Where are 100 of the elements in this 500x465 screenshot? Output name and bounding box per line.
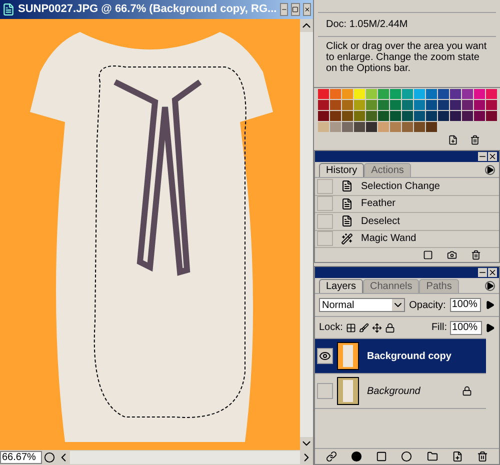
slider-arrow-icon[interactable] bbox=[485, 299, 496, 311]
panel-tab[interactable]: History bbox=[319, 163, 364, 177]
fill-field[interactable]: 100% bbox=[450, 320, 482, 334]
minimize-icon[interactable] bbox=[280, 3, 288, 16]
visibility-toggle[interactable] bbox=[317, 348, 333, 364]
color-swatch[interactable] bbox=[426, 89, 437, 99]
slider-arrow-icon[interactable] bbox=[485, 322, 495, 334]
history-item[interactable]: Magic Wand bbox=[315, 230, 499, 248]
color-swatch[interactable] bbox=[318, 100, 329, 110]
history-checkbox[interactable] bbox=[317, 231, 333, 246]
close-icon[interactable] bbox=[488, 268, 497, 277]
folder-icon[interactable] bbox=[426, 451, 438, 462]
color-swatch[interactable] bbox=[342, 100, 353, 110]
color-swatch[interactable] bbox=[378, 100, 389, 110]
color-swatch[interactable] bbox=[390, 100, 401, 110]
blend-mode-dropdown[interactable]: Normal bbox=[319, 298, 406, 312]
layer-row[interactable]: Background copy bbox=[315, 339, 486, 374]
color-swatch[interactable] bbox=[426, 111, 437, 121]
maximize-icon[interactable] bbox=[291, 3, 300, 16]
history-checkbox[interactable] bbox=[317, 196, 333, 212]
color-swatch[interactable] bbox=[486, 100, 497, 110]
color-swatch[interactable] bbox=[378, 111, 389, 121]
zoom-field[interactable]: 66.67% bbox=[0, 451, 42, 464]
color-swatch[interactable] bbox=[450, 100, 461, 110]
minimize-icon[interactable] bbox=[478, 268, 487, 277]
lock-transparency-icon[interactable] bbox=[346, 322, 356, 332]
history-item[interactable]: Selection Change bbox=[315, 178, 499, 196]
color-swatch[interactable] bbox=[450, 89, 461, 99]
trash-icon[interactable] bbox=[470, 135, 480, 145]
color-swatch[interactable] bbox=[330, 122, 341, 132]
color-swatch[interactable] bbox=[366, 122, 377, 132]
visibility-toggle[interactable] bbox=[317, 383, 333, 399]
color-swatch[interactable] bbox=[402, 100, 413, 110]
opacity-field[interactable]: 100% bbox=[450, 298, 482, 312]
color-swatch[interactable] bbox=[390, 111, 401, 121]
color-swatch[interactable] bbox=[462, 100, 473, 110]
layer-row[interactable]: Background bbox=[315, 374, 486, 409]
color-swatch[interactable] bbox=[426, 100, 437, 110]
color-swatch[interactable] bbox=[342, 111, 353, 121]
camera-icon[interactable] bbox=[447, 250, 457, 260]
lock-paint-icon[interactable] bbox=[358, 322, 369, 332]
color-swatch[interactable] bbox=[378, 89, 389, 99]
color-swatch[interactable] bbox=[438, 100, 449, 110]
panel-menu-icon[interactable] bbox=[485, 165, 495, 175]
color-swatch[interactable] bbox=[354, 100, 365, 110]
trash-icon[interactable] bbox=[476, 451, 488, 462]
color-swatch[interactable] bbox=[318, 89, 329, 99]
color-swatch[interactable] bbox=[462, 89, 473, 99]
history-item[interactable]: Feather bbox=[315, 196, 499, 213]
mask-icon[interactable] bbox=[376, 451, 388, 462]
color-swatch[interactable] bbox=[390, 122, 401, 132]
color-swatch[interactable] bbox=[330, 100, 341, 110]
link-icon[interactable] bbox=[326, 451, 338, 462]
color-swatch[interactable] bbox=[486, 89, 497, 99]
color-swatch[interactable] bbox=[354, 122, 365, 132]
color-swatch[interactable] bbox=[354, 89, 365, 99]
minimize-icon[interactable] bbox=[478, 152, 487, 161]
color-swatch[interactable] bbox=[366, 111, 377, 121]
color-swatch[interactable] bbox=[402, 89, 413, 99]
close-icon[interactable] bbox=[302, 3, 311, 16]
new-swatch-icon[interactable] bbox=[448, 135, 458, 145]
new-layer-icon[interactable] bbox=[452, 451, 463, 462]
color-swatch[interactable] bbox=[330, 89, 341, 99]
color-swatch[interactable] bbox=[354, 111, 365, 121]
trash-icon[interactable] bbox=[471, 250, 481, 260]
color-swatch[interactable] bbox=[366, 100, 377, 110]
lock-move-icon[interactable] bbox=[372, 322, 382, 332]
history-checkbox[interactable] bbox=[317, 214, 333, 229]
vertical-scrollbar[interactable] bbox=[300, 19, 313, 450]
color-swatch[interactable] bbox=[414, 122, 425, 132]
color-swatch[interactable] bbox=[462, 111, 473, 121]
color-swatch[interactable] bbox=[330, 111, 341, 121]
color-swatch[interactable] bbox=[438, 111, 449, 121]
color-swatch[interactable] bbox=[450, 111, 461, 121]
panel-tab[interactable]: Paths bbox=[419, 279, 459, 293]
color-swatch[interactable] bbox=[414, 89, 425, 99]
color-swatch[interactable] bbox=[342, 122, 353, 132]
color-swatch[interactable] bbox=[390, 89, 401, 99]
new-document-icon[interactable] bbox=[423, 250, 433, 260]
color-swatch[interactable] bbox=[318, 111, 329, 121]
color-swatch[interactable] bbox=[378, 122, 389, 132]
horizontal-scrollbar[interactable] bbox=[57, 451, 313, 464]
history-item[interactable]: Deselect bbox=[315, 213, 499, 230]
panel-tab[interactable]: Actions bbox=[364, 163, 411, 177]
color-swatch[interactable] bbox=[402, 122, 413, 132]
close-icon[interactable] bbox=[488, 152, 497, 161]
color-swatch[interactable] bbox=[486, 111, 497, 121]
scroll-up-icon[interactable] bbox=[300, 19, 313, 32]
color-swatch[interactable] bbox=[474, 89, 485, 99]
color-swatch[interactable] bbox=[414, 100, 425, 110]
color-swatch[interactable] bbox=[438, 89, 449, 99]
panel-menu-icon[interactable] bbox=[485, 281, 495, 291]
color-swatch[interactable] bbox=[426, 122, 437, 132]
scroll-down-icon[interactable] bbox=[300, 437, 313, 450]
color-swatch[interactable] bbox=[402, 111, 413, 121]
color-swatch[interactable] bbox=[474, 111, 485, 121]
color-swatch[interactable] bbox=[414, 111, 425, 121]
color-swatch[interactable] bbox=[366, 89, 377, 99]
color-swatch[interactable] bbox=[318, 122, 329, 132]
lock-all-icon[interactable] bbox=[384, 322, 395, 332]
